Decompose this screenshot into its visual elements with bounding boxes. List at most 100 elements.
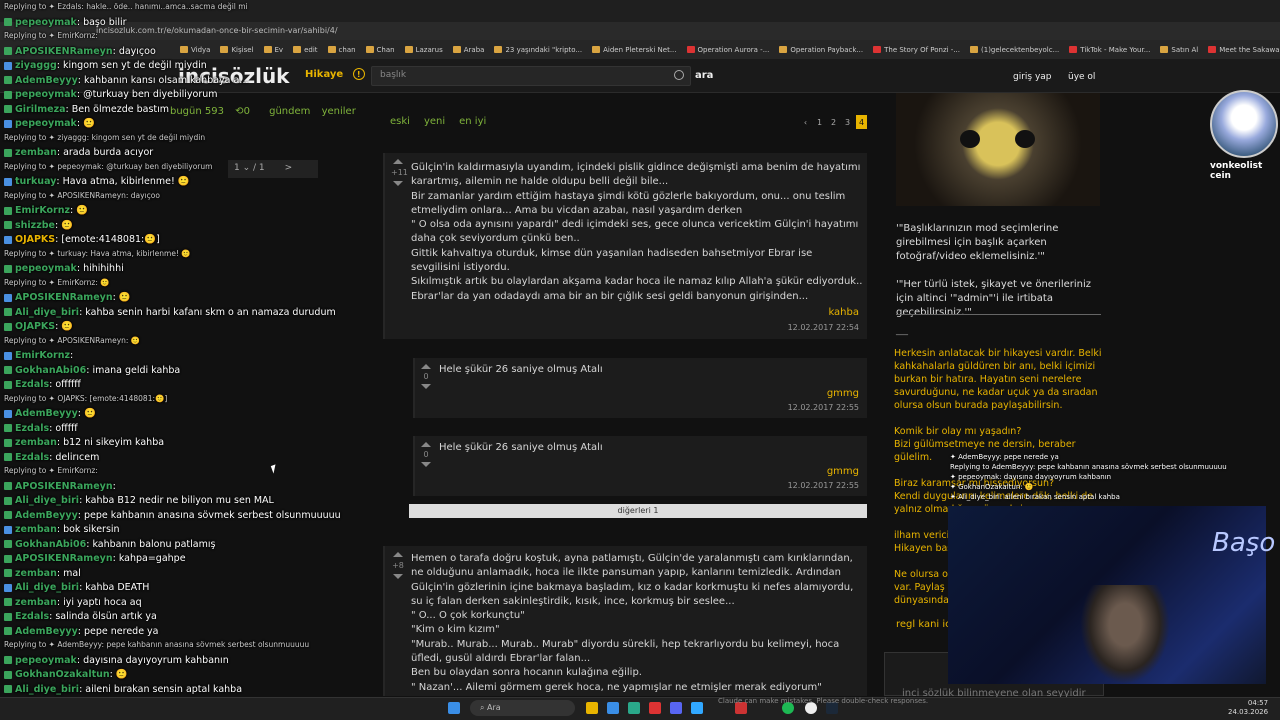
chat-message: Ali_diye_biri: kahba B12 nedir ne biliyo… [4,495,274,506]
upvote-icon[interactable] [393,159,403,164]
chat-username[interactable]: OJAPKS [15,321,55,332]
windows-start-icon[interactable] [448,702,460,714]
chat-message: Ali_diye_biri: aileni bırakan sensin apt… [4,684,242,695]
sort-tab[interactable]: yeni [424,116,445,127]
entry-author[interactable]: kahba [828,307,859,318]
downvote-icon[interactable] [393,181,403,186]
search-button[interactable]: ara [695,70,713,81]
chat-username[interactable]: pepeoymak [15,118,77,129]
chat-text: : aileni bırakan sensin aptal kahba [79,683,243,695]
chat-username[interactable]: ziyaggg [15,60,57,71]
reply-date[interactable]: 12.02.2017 22:55 [788,403,859,412]
chat-username[interactable]: Ali_diye_biri [15,582,79,593]
chat-username[interactable]: pepeoymak [15,17,77,28]
chat-text: : dayıçoo [112,45,156,57]
chat-username[interactable]: GokhanAbi06 [15,539,86,550]
bookmark-item[interactable]: Operation Aurora -... [686,46,769,54]
entry-date[interactable]: 12.02.2017 22:54 [788,323,859,332]
chat-username[interactable]: pepeoymak [15,263,77,274]
login-link[interactable]: giriş yap [1013,72,1052,82]
edge-icon[interactable] [628,702,640,714]
chat-username[interactable]: Ali_diye_biri [15,495,79,506]
chat-username[interactable]: Ezdals [15,379,49,390]
chat-message: zemban: iyi yaptı hoca aq [4,597,142,608]
chat-username[interactable]: APOSIKENRameyn [15,292,113,303]
register-link[interactable]: üye ol [1068,72,1095,82]
show-more-button[interactable]: diğerleri 1 [409,504,867,518]
chat-username[interactable]: zemban [15,524,57,535]
chat-username[interactable]: Girilmeza [15,104,66,115]
chat-username[interactable]: APOSIKENRameyn [15,553,113,564]
entry-text: Hemen o tarafa doğru koştuk, ayna patlam… [411,553,854,693]
chat-username[interactable]: EmirKornz [15,205,70,216]
downvote-icon[interactable] [421,462,431,467]
sort-tab[interactable]: en iyi [459,116,486,127]
bookmark-item[interactable]: 23 yaşındaki "kripto... [494,46,582,54]
upvote-icon[interactable] [421,364,431,369]
bookmark-item[interactable]: TikTok - Make Your... [1069,46,1150,54]
bookmark-label: TikTok - Make Your... [1080,45,1151,54]
chat-username[interactable]: AdemBeyyy [15,408,78,419]
chat-message: GokhanAbi06: imana geldi kahba [4,365,180,376]
chat-text: : 🙂 [54,219,74,231]
chat-username[interactable]: Ali_diye_biri [15,684,79,695]
chat-username[interactable]: pepeoymak [15,655,77,666]
chat-username[interactable]: pepeoymak [15,89,77,100]
bookmark-item[interactable]: Operation Payback... [779,46,863,54]
chat-reply-line: Replying to ✦ AdemBeyyy: pepe kahbanın a… [4,640,309,649]
chat-username[interactable]: AdemBeyyy [15,75,78,86]
chat-username[interactable]: GokhanAbi06 [15,365,86,376]
chat-username[interactable]: shizzbe [15,220,55,231]
chat-username[interactable]: APOSIKENRameyn [15,46,113,57]
bookmark-item[interactable]: Satın Al [1160,46,1198,54]
chrome-icon[interactable] [649,702,661,714]
photoshop-icon[interactable] [691,702,703,714]
chat-username[interactable]: OJAPKS [15,234,55,245]
reply-author[interactable]: gmmg [827,388,859,399]
chat-username[interactable]: APOSIKENRameyn [15,481,113,492]
bookmark-item[interactable]: Meet the Sakawa B... [1208,46,1280,54]
chat-username[interactable]: Ali_diye_biri [15,307,79,318]
chat-username[interactable]: AdemBeyyy [15,626,78,637]
page-link[interactable]: 1 [814,115,825,129]
bookmark-label: Satın Al [1171,45,1199,54]
chat-username[interactable]: zemban [15,437,57,448]
discord-icon[interactable] [670,702,682,714]
reply-author[interactable]: gmmg [827,466,859,477]
chat-username[interactable]: Ezdals [15,452,49,463]
chat-message: pepeoymak: dayısına dayıyoyrum kahbanın [4,655,229,666]
upvote-icon[interactable] [421,442,431,447]
chat-username[interactable]: Ezdals [15,423,49,434]
chat-username[interactable]: zemban [15,147,57,158]
sort-tab[interactable]: eski [390,116,410,127]
bookmark-item[interactable]: Araba [452,46,484,54]
chat-username[interactable]: AdemBeyyy [15,510,78,521]
downvote-icon[interactable] [421,384,431,389]
page-link[interactable]: ‹ [800,115,811,129]
bookmark-item[interactable]: Aiden Pleterski Net... [592,46,677,54]
chat-username[interactable]: zemban [15,568,57,579]
taskbar-search[interactable]: ⌕ Ara [470,700,575,716]
search-input[interactable]: başlık [371,66,691,86]
page-link[interactable]: 2 [828,115,839,129]
chat-username[interactable]: Ezdals [15,611,49,622]
store-icon[interactable] [607,702,619,714]
upvote-icon[interactable] [393,552,403,557]
chat-message: shizzbe: 🙂 [4,220,73,231]
chat-text: : salinda ölsün artık ya [49,611,157,622]
chat-username[interactable]: GokhanOzakaltun [15,669,110,680]
chat-username[interactable]: EmirKornz [15,350,70,361]
chat-reply-line: Replying to ✦ EmirKornz: [4,31,98,40]
bookmark-item[interactable]: The Story Of Ponzi -... [873,46,960,54]
vote-count: +8 [392,561,404,570]
chat-username[interactable]: turkuay [15,176,56,187]
search-icon[interactable] [674,70,684,80]
bookmark-item[interactable]: Lazarus [404,46,443,54]
chat-username[interactable]: zemban [15,597,57,608]
page-link[interactable]: 3 [842,115,853,129]
file-explorer-icon[interactable] [586,702,598,714]
bookmark-item[interactable]: (1)gelecektenbeyolc... [970,46,1059,54]
page-link[interactable]: 4 [856,115,867,129]
reply-date[interactable]: 12.02.2017 22:55 [788,481,859,490]
downvote-icon[interactable] [393,574,403,579]
